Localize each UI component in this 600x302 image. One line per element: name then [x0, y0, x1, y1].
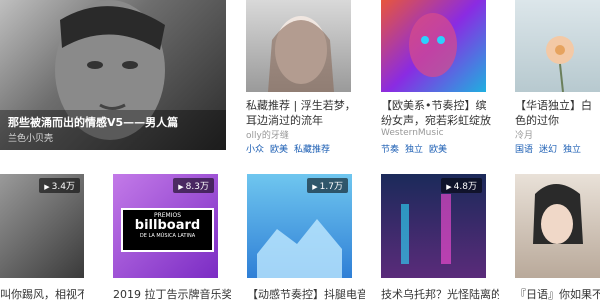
- featured-author[interactable]: 兰色小贝壳: [8, 131, 53, 144]
- play-icon: ▶: [178, 183, 184, 191]
- play-count: 8.3万: [185, 182, 209, 192]
- play-count-badge: ▶ 4.8万: [441, 178, 482, 193]
- musica-latina-text: DE LA MÚSICA LATINA: [139, 233, 196, 239]
- featured-title[interactable]: 那些被涌而出的情感V5——男人篇: [8, 114, 220, 130]
- playlist-title[interactable]: 【欧美系•节奏控】缤纷女声，宛若彩虹绽放般五...: [381, 98, 493, 128]
- cover-art: [409, 13, 457, 77]
- tag[interactable]: 私藏推荐: [294, 145, 330, 155]
- play-count: 3.4万: [51, 182, 75, 192]
- playlist-card[interactable]: 【欧美系•节奏控】缤纷女声，宛若彩虹绽放般五... WesternMusic 节…: [381, 0, 496, 160]
- play-count-badge: ▶ 8.3万: [173, 178, 214, 193]
- playlist-author[interactable]: 冷月: [515, 128, 533, 141]
- playlist-cover[interactable]: [515, 0, 600, 92]
- playlist-card[interactable]: 【华语独立】白色的过你 冷月 国语 迷幻 独立: [515, 0, 600, 160]
- play-count: 1.7万: [319, 182, 343, 192]
- tag[interactable]: 欧美: [429, 145, 447, 155]
- playlist-card[interactable]: 『日语』你如果不在: [515, 174, 600, 301]
- cover-art: [533, 184, 583, 244]
- featured-cover-image[interactable]: 那些被涌而出的情感V5——男人篇 兰色小贝壳: [0, 0, 226, 150]
- playlist-tags: 国语 迷幻 独立: [515, 142, 587, 155]
- tag[interactable]: 节奏: [381, 145, 399, 155]
- playlist-cover[interactable]: ▶ 3.4万: [0, 174, 84, 278]
- playlist-cover[interactable]: PREMIOS billboard DE LA MÚSICA LATINA ▶ 8…: [113, 174, 218, 278]
- cover-art: [268, 16, 334, 92]
- playlist-card[interactable]: PREMIOS billboard DE LA MÚSICA LATINA ▶ 8…: [113, 174, 233, 301]
- playlist-tags: 小众 欧美 私藏推荐: [246, 142, 336, 155]
- playlist-tags: 节奏 独立 欧美: [381, 142, 453, 155]
- tag[interactable]: 迷幻: [539, 145, 557, 155]
- cover-art: [546, 36, 574, 92]
- playlist-card[interactable]: ▶ 4.8万 技术乌托邦？光怪陆离的: [381, 174, 501, 301]
- playlist-card[interactable]: ▶ 3.4万 叫你踢风，相视不: [0, 174, 90, 301]
- play-count-badge: ▶ 3.4万: [39, 178, 80, 193]
- featured-playlist-card[interactable]: 那些被涌而出的情感V5——男人篇 兰色小贝壳: [0, 0, 226, 150]
- billboard-logo: PREMIOS billboard DE LA MÚSICA LATINA: [121, 208, 214, 252]
- playlist-cover[interactable]: [515, 174, 600, 278]
- playlist-card[interactable]: ▶ 1.7万 【动感节奏控】抖腿电音: [247, 174, 367, 301]
- playlist-card[interactable]: 私藏推荐 | 浮生若梦，耳边淌过的流年 olly的牙缝 小众 欧美 私藏推荐: [246, 0, 361, 160]
- tag[interactable]: 独立: [405, 145, 423, 155]
- billboard-text: billboard: [134, 218, 201, 233]
- playlist-title[interactable]: 【华语独立】白色的过你: [515, 98, 600, 128]
- playlist-cover[interactable]: [246, 0, 351, 92]
- play-icon: ▶: [312, 183, 318, 191]
- tag[interactable]: 国语: [515, 145, 533, 155]
- play-icon: ▶: [44, 183, 50, 191]
- playlist-cover[interactable]: ▶ 4.8万: [381, 174, 486, 278]
- playlist-cover[interactable]: ▶ 1.7万: [247, 174, 352, 278]
- tag[interactable]: 欧美: [270, 145, 288, 155]
- play-icon: ▶: [446, 183, 452, 191]
- tag[interactable]: 独立: [563, 145, 581, 155]
- playlist-title[interactable]: 私藏推荐 | 浮生若梦，耳边淌过的流年: [246, 98, 358, 128]
- playlist-cover[interactable]: [381, 0, 486, 92]
- play-count: 4.8万: [453, 182, 477, 192]
- tag[interactable]: 小众: [246, 145, 264, 155]
- play-count-badge: ▶ 1.7万: [307, 178, 348, 193]
- playlist-author[interactable]: WesternMusic: [381, 128, 444, 138]
- playlist-author[interactable]: olly的牙缝: [246, 128, 289, 141]
